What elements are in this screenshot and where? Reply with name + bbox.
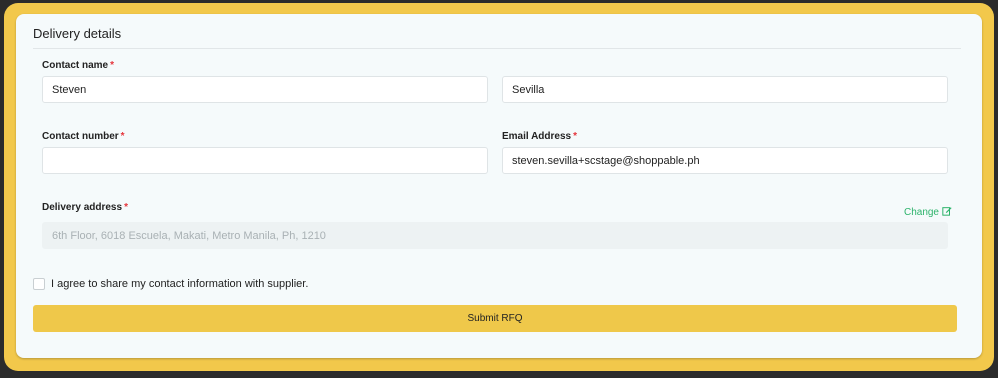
change-address-link[interactable]: Change xyxy=(904,206,952,219)
delivery-address-label-text: Delivery address xyxy=(42,202,123,213)
agreement-label: I agree to share my contact information … xyxy=(51,278,309,290)
email-label-text: Email Address xyxy=(502,131,572,142)
required-mark: * xyxy=(120,131,125,142)
required-mark: * xyxy=(573,131,578,142)
change-address-label: Change xyxy=(903,207,939,218)
contact-number-label: Contact number * xyxy=(42,131,125,142)
page-frame: Delivery details Contact name* Contact n… xyxy=(4,3,994,371)
title-divider xyxy=(33,48,961,49)
delivery-address-label: Delivery address * xyxy=(42,202,128,213)
last-name-input[interactable] xyxy=(502,76,948,103)
agreement-checkbox[interactable] xyxy=(33,278,45,290)
card-title: Delivery details xyxy=(33,26,122,41)
submit-rfq-button[interactable]: Submit RFQ xyxy=(33,305,957,332)
required-mark: * xyxy=(124,202,128,213)
delivery-details-card: Delivery details Contact name* Contact n… xyxy=(16,14,982,358)
contact-number-input[interactable] xyxy=(42,147,488,174)
edit-icon xyxy=(942,206,952,219)
first-name-input[interactable] xyxy=(42,76,488,103)
email-input[interactable] xyxy=(502,147,948,174)
delivery-address-input xyxy=(42,222,948,249)
email-label: Email Address * xyxy=(502,131,577,142)
contact-name-label-text: Contact name xyxy=(42,60,109,71)
contact-name-label: Contact name * xyxy=(42,60,114,71)
required-mark: * xyxy=(110,60,115,71)
agreement-row[interactable]: I agree to share my contact information … xyxy=(33,278,308,290)
contact-number-label-text: Contact number xyxy=(42,131,119,142)
